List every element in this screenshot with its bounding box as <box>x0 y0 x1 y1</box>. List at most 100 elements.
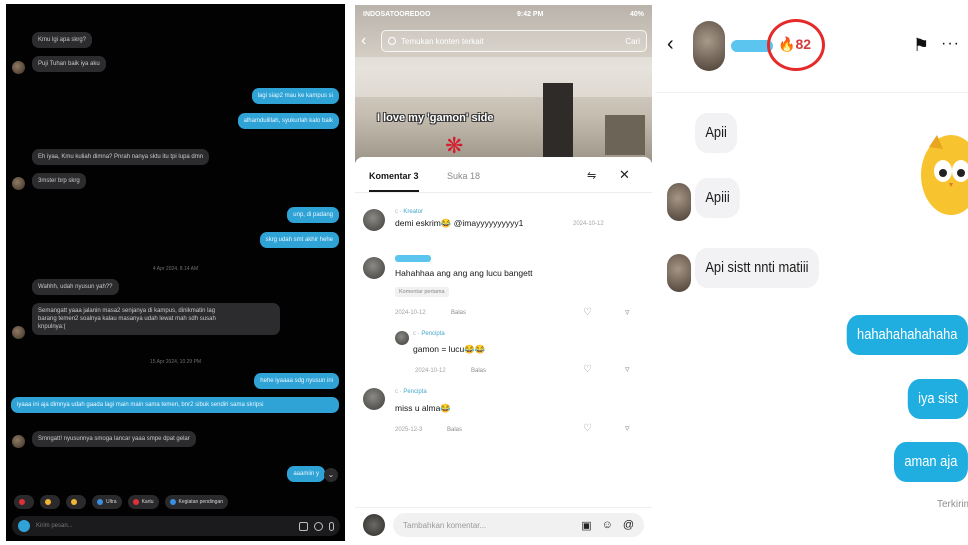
message-bubble-in: Puji Tuhan baik iya aku <box>32 56 106 72</box>
message-bubble-in: Api sistt nnti matiii <box>695 248 819 288</box>
video-caption: I love my 'gamon' side <box>377 112 494 124</box>
comment-date: 2025-12-3 <box>395 427 423 433</box>
message-composer[interactable]: Kirim pesan... <box>12 516 340 536</box>
reaction-thumbs-up[interactable] <box>66 495 86 509</box>
close-icon[interactable]: ✕ <box>619 167 630 183</box>
message-bubble-out: hahahahahahaha <box>846 315 968 355</box>
comments-panel: ❋ INDOSATOOREDOO 9:42 PM 40% ‹ Temukan k… <box>355 5 652 542</box>
dislike-icon[interactable]: ▿ <box>625 307 630 318</box>
screenshot-collage: Kmu lgi apa skrg? Puji Tuhan baik iya ak… <box>0 0 968 545</box>
battery-level: 40% <box>629 11 644 18</box>
camera-icon[interactable] <box>18 520 30 532</box>
microphone-icon[interactable] <box>329 521 334 531</box>
avatar <box>667 254 691 292</box>
message-input[interactable]: Kirim pesan... <box>36 523 293 529</box>
video-background <box>605 115 645 155</box>
comment-input[interactable]: Tambahkan komentar... <box>403 521 571 530</box>
avatar <box>667 183 691 221</box>
comment-author: c · Pencipta <box>395 389 427 395</box>
add-comment-bar: Tambahkan komentar... ▣ ☺ @ <box>355 507 652 542</box>
message-bubble-out: lagi siap2 mau ke kampus si <box>251 88 339 104</box>
dislike-icon[interactable]: ▿ <box>625 423 630 434</box>
comment-text: demi eskrim😂 @imayyyyyyyyyy1 <box>395 218 524 228</box>
owl-sticker-icon <box>921 135 968 215</box>
reaction-kegiatan[interactable]: Kegiatan pendingan <box>164 495 229 509</box>
image-icon[interactable]: ▣ <box>581 519 591 532</box>
search-icon <box>388 37 396 45</box>
search-button[interactable]: Cari <box>625 37 640 46</box>
commenter-avatar[interactable] <box>363 257 385 279</box>
mention-icon[interactable]: @ <box>623 519 634 531</box>
message-bubble-in: 3mster brp skrg <box>32 173 86 189</box>
author-name: c <box>395 209 398 215</box>
search-input[interactable]: Temukan konten terkait <box>401 37 620 46</box>
commenter-avatar[interactable] <box>395 331 409 345</box>
comment-date: 2024-10-12 <box>573 221 604 227</box>
author-role-badge: Pencipta <box>403 389 427 395</box>
comment-date: 2024-10-12 <box>395 310 426 316</box>
card-icon <box>132 499 139 505</box>
tab-comments[interactable]: Komentar 3 <box>369 171 419 192</box>
comment-text: Hahahhaa ang ang ang lucu bangett <box>395 268 533 278</box>
scroll-down-button[interactable]: ⌄ <box>324 468 338 482</box>
avatar[interactable] <box>693 21 725 71</box>
message-bubble-in: Eh iyaa, Kmu kuliah dimna? Pnrah nanya s… <box>32 149 210 165</box>
like-heart-icon[interactable]: ♡ <box>583 307 592 318</box>
reaction-label: Ultra <box>106 499 117 505</box>
comment-author: c · Pencipta <box>413 331 445 337</box>
reply-button[interactable]: Balas <box>471 368 486 374</box>
carrier-label: INDOSATOOREDOO <box>363 11 431 18</box>
author-role-badge: Kreator <box>403 209 424 215</box>
sticker-icon[interactable] <box>314 521 323 531</box>
timestamp: 4 Apr 2024, 8.14 AM <box>152 266 199 272</box>
status-bar: INDOSATOOREDOO 9:42 PM 40% <box>355 11 652 23</box>
flower-decoration: ❋ <box>445 133 464 158</box>
emoji-icon[interactable]: ☺ <box>602 519 613 531</box>
more-icon[interactable]: ··· <box>941 35 960 53</box>
quick-reactions-bar: Ultra Kartu Kegiatan pendingan <box>14 495 229 509</box>
dislike-icon[interactable]: ▿ <box>625 364 630 375</box>
avatar <box>12 435 25 448</box>
my-avatar <box>363 514 385 536</box>
redacted-username <box>395 255 431 262</box>
reply-button[interactable]: Balas <box>451 310 466 316</box>
commenter-avatar[interactable] <box>363 209 385 231</box>
light-chat-panel: ‹ 🔥82 ⚑ ··· Apii Apiii Api sistt nnti ma… <box>655 5 968 542</box>
message-bubble-out: skrg udah smt akhir hehe <box>259 232 339 248</box>
heart-icon <box>19 499 25 505</box>
reply-button[interactable]: Balas <box>447 427 462 433</box>
thumbs-up-icon <box>71 499 77 505</box>
author-name: c <box>395 389 398 395</box>
gallery-icon[interactable] <box>299 521 308 531</box>
avatar <box>12 177 25 190</box>
reaction-laugh[interactable] <box>40 495 60 509</box>
laugh-icon <box>45 499 51 505</box>
highlight-circle <box>767 19 825 71</box>
message-bubble-in: Apii <box>695 113 738 153</box>
back-icon[interactable]: ‹ <box>361 32 373 50</box>
message-bubble-in: Apiii <box>695 178 741 218</box>
add-comment-field[interactable]: Tambahkan komentar... ▣ ☺ @ <box>393 513 644 537</box>
clock: 9:42 PM <box>516 11 544 18</box>
message-bubble-in: Wahhh, udah nyusun yah?? <box>32 279 119 295</box>
author-name: c <box>413 331 416 337</box>
search-box[interactable]: Temukan konten terkait Cari <box>381 30 647 52</box>
like-heart-icon[interactable]: ♡ <box>583 364 592 375</box>
comment-tabs: Komentar 3 Suka 18 ⇋ ✕ <box>355 157 652 193</box>
reaction-kartu[interactable]: Kartu <box>127 495 159 509</box>
reaction-heart[interactable] <box>14 495 34 509</box>
message-bubble-out: unp, di padang <box>287 207 339 223</box>
commenter-avatar[interactable] <box>363 388 385 410</box>
avatar <box>12 61 25 74</box>
back-icon[interactable]: ‹ <box>667 33 674 56</box>
timestamp: 15 Apr 2024, 10.29 PM <box>149 359 202 365</box>
like-heart-icon[interactable]: ♡ <box>583 423 592 434</box>
tab-likes[interactable]: Suka 18 <box>447 171 480 181</box>
filter-icon[interactable]: ⇋ <box>587 169 596 182</box>
search-row: ‹ Temukan konten terkait Cari <box>361 29 647 53</box>
flag-icon[interactable]: ⚑ <box>913 35 929 56</box>
reaction-ultra[interactable]: Ultra <box>92 495 122 509</box>
message-bubble-out: hehe iyaaaa sdg nyusun ini <box>254 373 339 389</box>
video-background <box>543 83 573 163</box>
message-bubble-out: aman aja <box>894 442 968 482</box>
